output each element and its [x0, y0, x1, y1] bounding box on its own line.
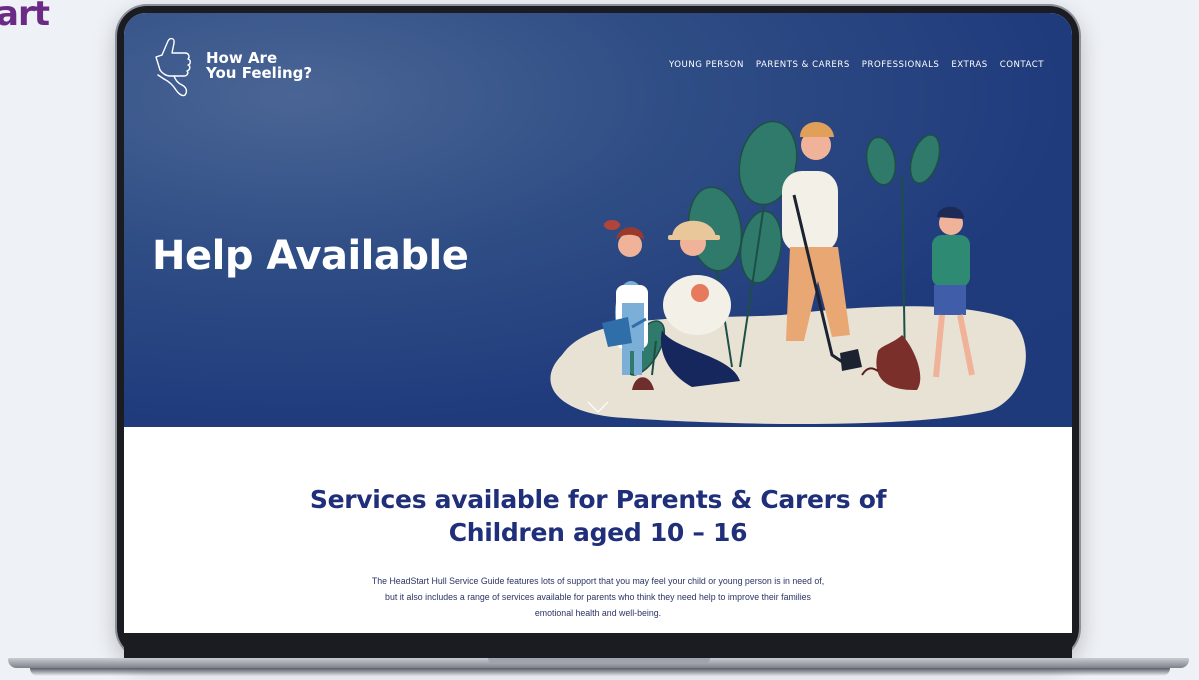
- thumbs-up-icon: [155, 37, 191, 97]
- main-nav: YOUNG PERSON PARENTS & CARERS PROFESSION…: [669, 60, 1044, 70]
- page-title: Help Available: [152, 233, 469, 279]
- site-logo[interactable]: How Are You Feeling?: [152, 35, 312, 97]
- nav-item-contact[interactable]: CONTACT: [1000, 60, 1044, 70]
- screen-bezel-bottom: [124, 633, 1072, 658]
- logo-line-2: You Feeling?: [206, 64, 313, 82]
- laptop-shadow: [30, 668, 1170, 676]
- family-gardening-illustration: [550, 120, 1026, 425]
- section-description: The HeadStart Hull Service Guide feature…: [371, 576, 825, 618]
- section-heading: Services available for Parents & Carers …: [309, 485, 887, 547]
- browser-screen: How Are You Feeling? YOUNG PERSON PARENT…: [124, 13, 1072, 633]
- nav-item-extras[interactable]: EXTRAS: [951, 60, 987, 70]
- services-section: Services available for Parents & Carers …: [124, 427, 1072, 633]
- chevron-down-icon[interactable]: [586, 400, 610, 414]
- nav-item-professionals[interactable]: PROFESSIONALS: [862, 60, 940, 70]
- nav-item-parents-carers[interactable]: PARENTS & CARERS: [756, 60, 850, 70]
- nav-item-young-person[interactable]: YOUNG PERSON: [669, 60, 744, 70]
- hero-banner: How Are You Feeling? YOUNG PERSON PARENT…: [124, 13, 1072, 427]
- laptop-hinge-notch: [488, 658, 710, 664]
- headstart-brand-fragment: art: [0, 0, 50, 34]
- logo-wordmark: How Are You Feeling?: [206, 51, 312, 81]
